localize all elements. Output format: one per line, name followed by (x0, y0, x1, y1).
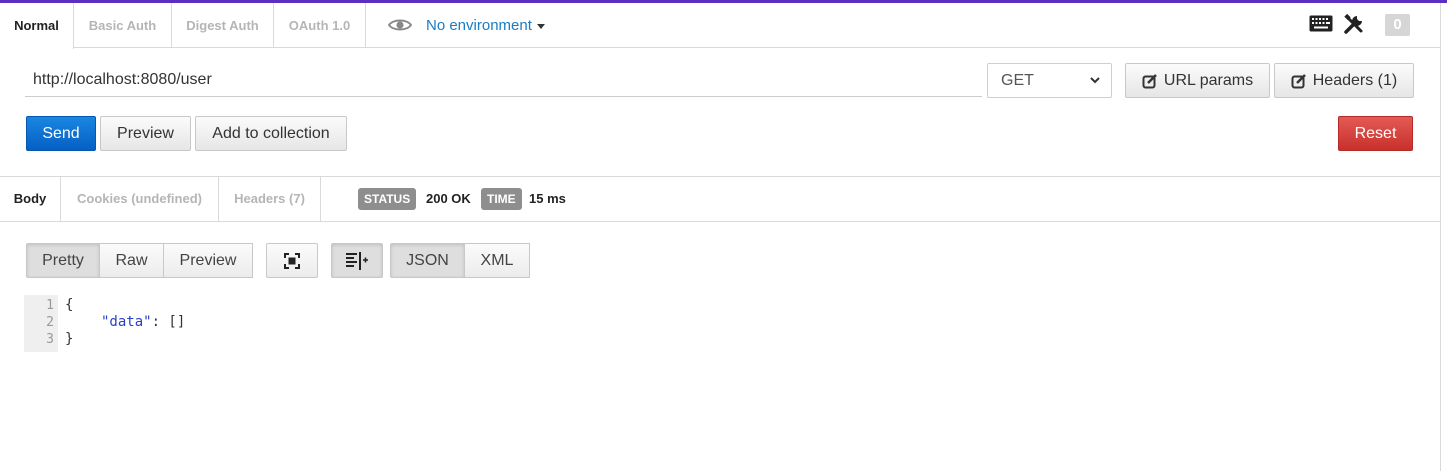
headers-label: Headers (1) (1312, 71, 1398, 89)
tab-basic-auth[interactable]: Basic Auth (74, 3, 172, 48)
eye-icon (388, 19, 412, 31)
line-number: 1 (46, 298, 54, 313)
response-tab-bar: Body Cookies (undefined) Headers (7) STA… (0, 177, 1440, 222)
preview-button[interactable]: Preview (100, 116, 191, 151)
status-value: 200 OK (426, 191, 471, 206)
tab-digest-auth[interactable]: Digest Auth (172, 3, 274, 48)
notification-counter[interactable]: 0 (1385, 14, 1410, 36)
code-line: } (65, 331, 74, 347)
wrap-lines-icon (346, 251, 368, 270)
send-button[interactable]: Send (26, 116, 96, 151)
keyboard-icon[interactable] (1309, 15, 1333, 32)
environment-selector[interactable]: No environment (388, 14, 545, 36)
chevron-down-icon (1090, 77, 1100, 84)
add-to-collection-button[interactable]: Add to collection (195, 116, 347, 151)
method-select[interactable]: GET (987, 63, 1112, 98)
url-params-button[interactable]: URL params (1125, 63, 1270, 98)
xml-button[interactable]: XML (465, 243, 530, 278)
code-line: { (65, 297, 74, 313)
method-value: GET (1001, 72, 1034, 89)
chevron-down-icon (536, 23, 545, 29)
auth-tab-bar: Normal Basic Auth Digest Auth OAuth 1.0 … (0, 3, 1440, 49)
line-number: 3 (46, 332, 54, 347)
tab-response-headers[interactable]: Headers (7) (219, 177, 321, 221)
environment-label: No environment (426, 16, 532, 34)
line-number-gutter: 1 2 3 (24, 295, 58, 352)
status-badge: STATUS (358, 188, 417, 210)
fullscreen-button[interactable] (266, 243, 318, 278)
code-line: "data": [] (101, 314, 185, 331)
json-button[interactable]: JSON (390, 243, 465, 278)
wrench-icon[interactable] (1343, 13, 1365, 35)
tab-normal[interactable]: Normal (0, 3, 74, 49)
window-right-border (1440, 3, 1441, 471)
tab-cookies[interactable]: Cookies (undefined) (61, 177, 219, 221)
time-badge: TIME (481, 188, 522, 210)
raw-button[interactable]: Raw (100, 243, 164, 278)
headers-button[interactable]: Headers (1) (1274, 63, 1414, 98)
tab-body[interactable]: Body (0, 177, 61, 221)
json-value: : [] (151, 314, 186, 330)
line-number: 2 (46, 315, 54, 330)
preview-view-button[interactable]: Preview (164, 243, 253, 278)
tab-oauth[interactable]: OAuth 1.0 (274, 3, 366, 48)
reset-button[interactable]: Reset (1338, 116, 1413, 151)
url-params-label: URL params (1163, 71, 1254, 89)
fullscreen-icon (284, 252, 300, 269)
edit-icon (1142, 73, 1157, 88)
wrap-button[interactable] (331, 243, 383, 278)
json-key: "data" (101, 314, 152, 330)
pretty-button[interactable]: Pretty (26, 243, 100, 278)
time-value: 15 ms (529, 191, 566, 206)
edit-icon (1291, 73, 1306, 88)
url-input[interactable] (25, 64, 982, 97)
